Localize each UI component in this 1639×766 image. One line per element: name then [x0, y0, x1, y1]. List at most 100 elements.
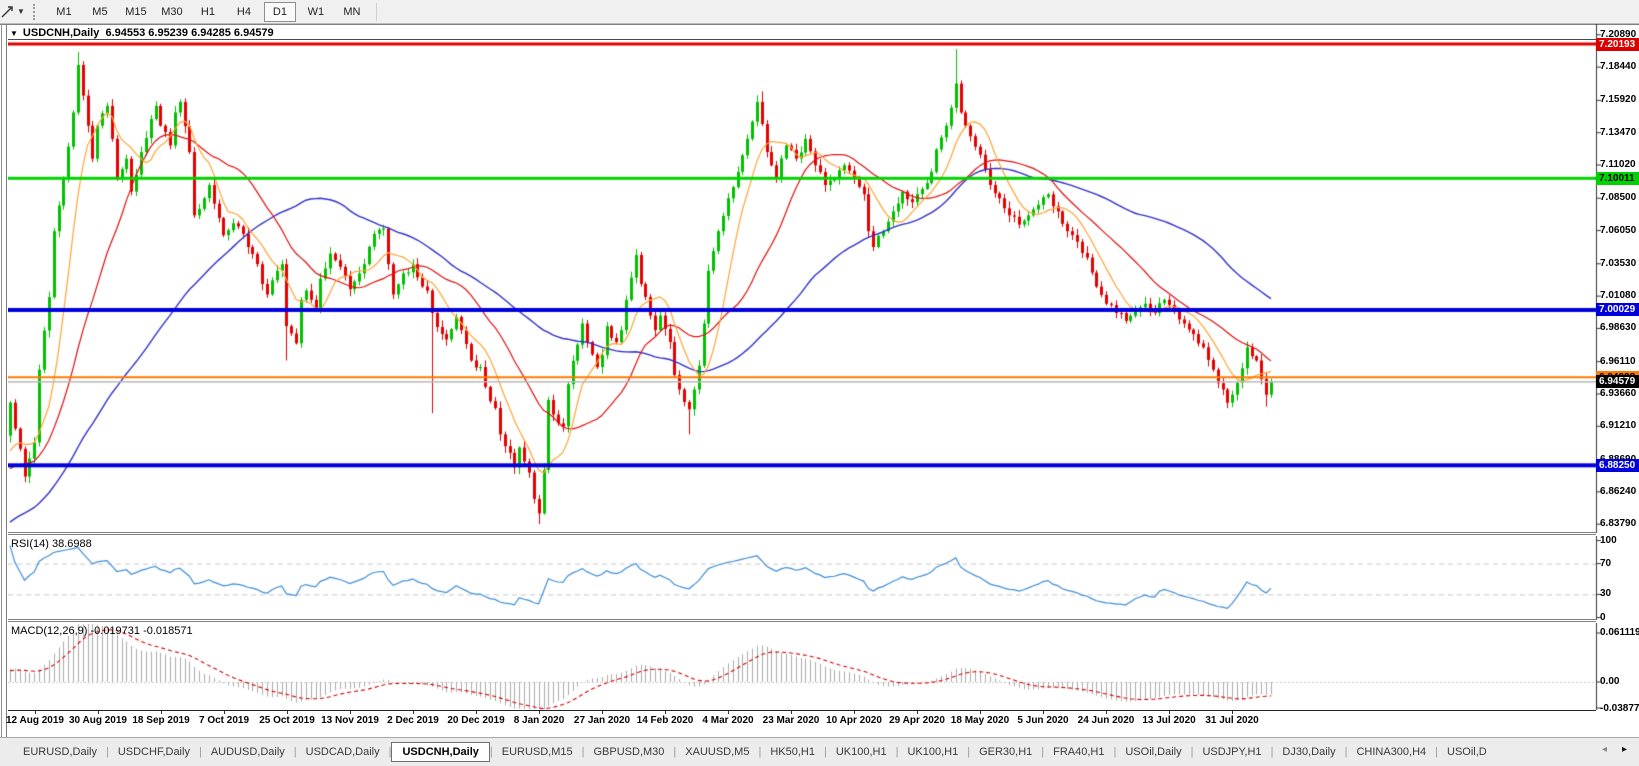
timeframe-button-w1[interactable]: W1 — [300, 2, 332, 22]
timeframe-buttons: M1 M5 M15 M30 H1 H4 D1 W1 MN — [46, 1, 370, 22]
tab-audusd-daily[interactable]: AUDUSD,Daily — [202, 742, 294, 762]
tab-hk50-h1[interactable]: HK50,H1 — [761, 742, 824, 762]
date-axis-tick — [917, 711, 918, 714]
date-axis-label: 20 Dec 2019 — [447, 715, 505, 726]
date-axis-tick — [413, 711, 414, 714]
collapse-triangle-icon[interactable]: ▼ — [10, 29, 18, 38]
date-axis-label: 5 Jun 2020 — [1017, 715, 1069, 726]
timeframe-toolbar: ▼ M1 M5 M15 M30 H1 H4 D1 W1 MN — [0, 0, 1639, 24]
rsi-value: 38.6988 — [51, 538, 92, 550]
date-axis-tick — [1232, 711, 1233, 714]
macd-values: -0.019731 -0.018571 — [90, 625, 193, 637]
date-axis-label: 13 Jul 2020 — [1142, 715, 1196, 726]
date-axis-label: 13 Nov 2019 — [321, 715, 379, 726]
price-axis-label: 6.91210 — [1600, 420, 1637, 432]
toolbar-grip[interactable] — [32, 3, 38, 20]
tool-dropdown-arrow-icon[interactable]: ▼ — [17, 4, 25, 20]
price-axis-label: 6.93660 — [1600, 387, 1637, 399]
window-left-border-inner — [6, 24, 7, 737]
date-axis-label: 25 Oct 2019 — [259, 715, 315, 726]
rsi-axis-label: 100 — [1600, 534, 1617, 546]
tab-usdjpy-h1[interactable]: USDJPY,H1 — [1193, 742, 1270, 762]
price-axis-label: 7.15920 — [1600, 94, 1637, 106]
price-axis-label: 6.86240 — [1600, 485, 1637, 497]
price-axis-label: 7.18440 — [1600, 61, 1637, 73]
date-axis-label: 10 Apr 2020 — [826, 715, 882, 726]
price-axis-label: 7.13470 — [1600, 126, 1637, 138]
tab-xauusd-m5[interactable]: XAUUSD,M5 — [676, 742, 758, 762]
chart-title-symbol: USDCNH,Daily — [22, 27, 100, 39]
toolbar-separator — [375, 2, 377, 21]
tab-eurusd-m15[interactable]: EURUSD,M15 — [493, 742, 582, 762]
date-axis-label: 7 Oct 2019 — [198, 715, 250, 726]
date-axis-tick — [539, 711, 540, 714]
timeframe-button-m1[interactable]: M1 — [48, 2, 80, 22]
date-axis-label: 31 Jul 2020 — [1205, 715, 1259, 726]
date-axis-label: 24 Jun 2020 — [1077, 715, 1135, 726]
date-axis-tick — [350, 711, 351, 714]
tab-scroll-left-icon[interactable]: ◂ — [1602, 744, 1607, 755]
price-axis-label: 7.11020 — [1600, 158, 1636, 170]
macd-axis-label: 0.061119 — [1600, 626, 1639, 638]
macd-axis-label: 0.00 — [1600, 676, 1620, 687]
timeframe-button-h4[interactable]: H4 — [228, 2, 260, 22]
mt4-terminal: { "toolbar": { "timeframes": ["M1","M5",… — [0, 0, 1639, 766]
tab-usdcnh-daily[interactable]: USDCNH,Daily — [391, 741, 490, 762]
date-axis-tick — [728, 711, 729, 714]
window-left-border-outer — [1, 24, 2, 737]
date-axis-tick — [35, 711, 36, 714]
tab-ger30-h1[interactable]: GER30,H1 — [970, 742, 1041, 762]
price-line-badge: 7.00029 — [1596, 303, 1639, 317]
price-axis-label: 6.83790 — [1600, 518, 1637, 530]
date-axis-label: 23 Mar 2020 — [762, 715, 820, 726]
date-axis-tick — [602, 711, 603, 714]
tab-usdcad-daily[interactable]: USDCAD,Daily — [297, 742, 389, 762]
tab-usdchf-daily[interactable]: USDCHF,Daily — [109, 742, 199, 762]
tab-usoil-daily[interactable]: USOil,Daily — [1116, 742, 1190, 762]
date-axis-label: 27 Jan 2020 — [573, 715, 631, 726]
price-line-badge: 7.20193 — [1596, 37, 1639, 51]
date-axis-tick — [791, 711, 792, 714]
date-axis-tick — [1169, 711, 1170, 714]
tab-fra40-h1[interactable]: FRA40,H1 — [1044, 742, 1113, 762]
macd-canvas[interactable] — [8, 623, 1639, 710]
tab-dj30-daily[interactable]: DJ30,Daily — [1273, 742, 1344, 762]
tab-gbpusd-m30[interactable]: GBPUSD,M30 — [585, 742, 674, 762]
date-axis-tick — [224, 711, 225, 714]
chart-title-ohlc: 6.94553 6.95239 6.94285 6.94579 — [105, 27, 274, 39]
rsi-axis-label: 70 — [1600, 557, 1612, 569]
date-axis-line — [8, 710, 1596, 711]
tab-china300-h4[interactable]: CHINA300,H4 — [1347, 742, 1435, 762]
chart-tab-bar: EURUSD,Daily | USDCHF,Daily | AUDUSD,Daily | U… — [0, 737, 1639, 766]
price-line-badge: 7.10011 — [1596, 171, 1639, 185]
tab-uk100-h1[interactable]: UK100,H1 — [827, 742, 896, 762]
price-axis-label: 7.03530 — [1600, 257, 1637, 269]
macd-axis-label: -0.038777 — [1600, 703, 1639, 714]
date-axis-label: 30 Aug 2019 — [69, 715, 127, 726]
tab-eurusd-daily[interactable]: EURUSD,Daily — [14, 742, 106, 762]
current-price-badge: 6.94579 — [1596, 375, 1639, 389]
date-axis-tick — [980, 711, 981, 714]
timeframe-button-m30[interactable]: M30 — [156, 2, 188, 22]
tab-usoil-d[interactable]: USOil,D — [1438, 742, 1496, 762]
timeframe-button-m5[interactable]: M5 — [84, 2, 116, 22]
rsi-canvas[interactable] — [8, 536, 1639, 620]
panel-separator[interactable] — [8, 532, 1596, 535]
date-axis-label: 14 Feb 2020 — [636, 715, 694, 726]
tab-scroll-right-icon[interactable]: ▸ — [1622, 744, 1627, 755]
date-axis-label: 4 Mar 2020 — [702, 715, 754, 726]
date-axis-tick — [854, 711, 855, 714]
date-axis-tick — [98, 711, 99, 714]
timeframe-button-m15[interactable]: M15 — [120, 2, 152, 22]
main-chart-canvas[interactable] — [8, 24, 1639, 533]
tab-uk100-h1[interactable]: UK100,H1 — [898, 742, 967, 762]
timeframe-button-d1[interactable]: D1 — [263, 1, 296, 22]
panel-separator[interactable] — [8, 619, 1596, 622]
date-axis-tick — [1043, 711, 1044, 714]
line-tool-icon[interactable] — [1, 4, 15, 20]
date-axis-tick — [1106, 711, 1107, 714]
timeframe-button-h1[interactable]: H1 — [192, 2, 224, 22]
timeframe-button-mn[interactable]: MN — [336, 2, 368, 22]
date-axis-label: 18 May 2020 — [950, 715, 1010, 726]
date-axis-label: 29 Apr 2020 — [889, 715, 945, 726]
